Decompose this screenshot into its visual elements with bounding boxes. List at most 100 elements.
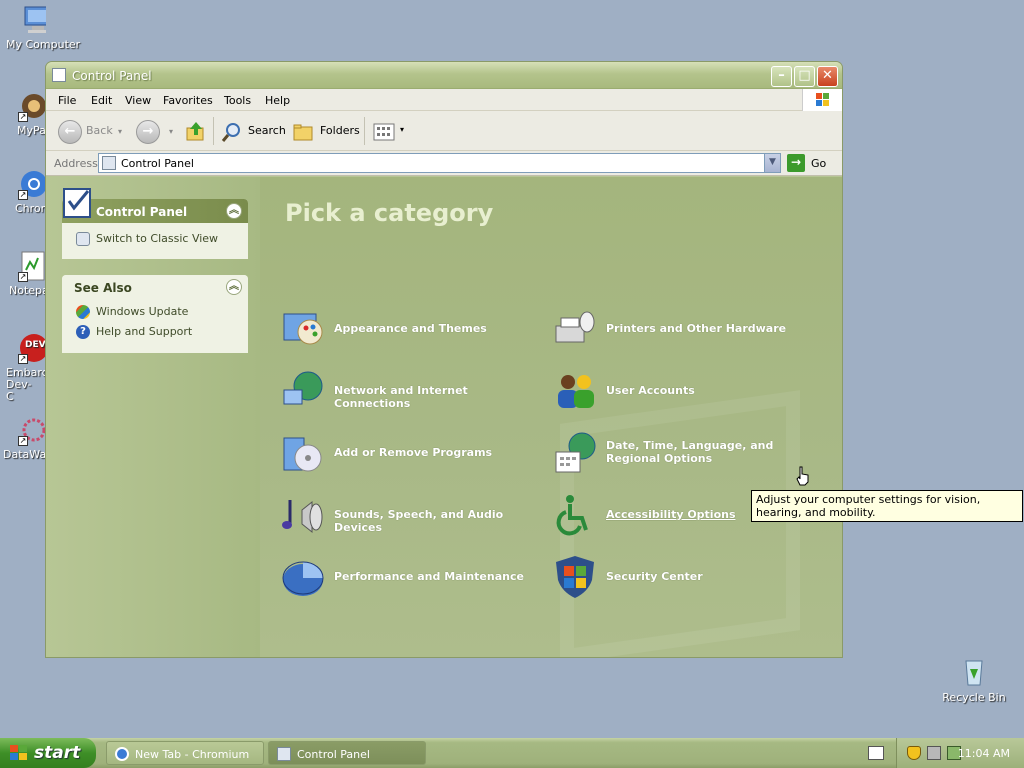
network-icon[interactable] bbox=[927, 746, 941, 760]
my-computer-icon bbox=[22, 4, 46, 36]
category-label: Security Center bbox=[606, 570, 703, 583]
desktop-icon-label: My Computer bbox=[6, 38, 81, 51]
folders-label: Folders bbox=[320, 124, 360, 137]
windows-update-link[interactable]: Windows Update bbox=[76, 305, 188, 319]
desktop-icon-datawag[interactable]: ↗ DataWag bbox=[0, 414, 46, 461]
control-panel-title-icon bbox=[52, 68, 66, 82]
appearance-themes-icon bbox=[280, 306, 326, 352]
close-button[interactable]: ✕ bbox=[817, 66, 838, 87]
minimize-button[interactable]: – bbox=[771, 66, 792, 87]
collapse-chevron-icon[interactable]: ︽ bbox=[226, 203, 242, 219]
desktop-icon-label: MyPal bbox=[17, 124, 46, 137]
back-label: Back bbox=[86, 124, 113, 137]
taskbar: start New Tab - Chromium Control Panel 1… bbox=[0, 738, 1024, 768]
category-label: Sounds, Speech, and Audio Devices bbox=[334, 508, 504, 534]
start-button[interactable]: start bbox=[0, 738, 96, 768]
link-label: Switch to Classic View bbox=[96, 232, 219, 245]
sounds-audio-icon bbox=[280, 492, 326, 538]
views-icon bbox=[373, 122, 395, 142]
chromium-icon: ↗ bbox=[18, 168, 46, 200]
chromium-task-icon bbox=[115, 747, 129, 761]
accessibility-icon bbox=[552, 492, 598, 538]
recycle-bin-icon bbox=[958, 655, 990, 687]
section-title: See Also bbox=[74, 281, 132, 295]
desktop-icon-embarcadero[interactable]: DEV ↗ Embarca Dev-C bbox=[0, 332, 46, 403]
toolbar-separator bbox=[213, 117, 214, 145]
forward-arrow-icon[interactable]: → bbox=[136, 120, 160, 144]
folders-button[interactable]: Folders bbox=[292, 120, 360, 144]
category-label: Network and Internet Connections bbox=[334, 384, 468, 410]
add-remove-programs-icon bbox=[280, 430, 326, 476]
desktop-icon-notepad[interactable]: ↗ Notepa bbox=[0, 250, 46, 297]
link-label: Help and Support bbox=[96, 325, 193, 338]
notepad-icon: ↗ bbox=[18, 250, 46, 282]
classic-view-icon bbox=[76, 232, 90, 246]
address-dropdown-icon[interactable]: ▼ bbox=[764, 154, 780, 172]
toolbar-separator bbox=[364, 117, 365, 145]
menu-file[interactable]: File bbox=[58, 94, 76, 107]
task-label: New Tab - Chromium bbox=[135, 748, 250, 761]
windows-flag-icon bbox=[10, 745, 28, 761]
menu-help[interactable]: Help bbox=[265, 94, 290, 107]
title-bar[interactable]: Control Panel – □ ✕ bbox=[46, 62, 842, 89]
section-title: Control Panel bbox=[96, 205, 188, 219]
task-label: Control Panel bbox=[297, 748, 370, 761]
category-label: User Accounts bbox=[606, 384, 695, 397]
desktop-icon-label: Recycle Bin bbox=[942, 691, 1006, 704]
page-title: Pick a category bbox=[285, 199, 494, 227]
clock[interactable]: 11:04 AM bbox=[958, 747, 1010, 760]
desktop-icon-my-computer[interactable] bbox=[0, 4, 46, 39]
menu-tools[interactable]: Tools bbox=[224, 94, 251, 107]
go-arrow-icon: → bbox=[787, 154, 805, 172]
svg-text:DEV: DEV bbox=[25, 340, 46, 350]
desktop-icon-mypal[interactable]: ↗ MyPal bbox=[0, 90, 46, 137]
go-label: Go bbox=[811, 157, 827, 170]
control-panel-window: Control Panel – □ ✕ File Edit View Favor… bbox=[45, 61, 843, 658]
back-button[interactable]: ← Back bbox=[58, 120, 123, 144]
security-shield-icon[interactable] bbox=[907, 746, 921, 760]
toolbar: ← Back ▾ → ▾ Search Folders ▾ bbox=[46, 111, 842, 151]
menu-favorites[interactable]: Favorites bbox=[163, 94, 213, 107]
desktop-icon-recycle-bin[interactable]: Recycle Bin bbox=[942, 655, 1006, 704]
help-support-link[interactable]: ? Help and Support bbox=[76, 325, 192, 339]
windows-update-icon bbox=[76, 305, 90, 319]
desktop-icon-label: Chrom bbox=[15, 202, 46, 215]
collapse-chevron-icon[interactable]: ︽ bbox=[226, 279, 242, 295]
search-button[interactable]: Search bbox=[221, 120, 286, 144]
address-input[interactable]: Control Panel ▼ bbox=[98, 153, 781, 173]
desktop-icons-column: ↗ MyPal ↗ Chrom ↗ Notepa DEV ↗ Embarca D… bbox=[0, 0, 46, 768]
category-label: Printers and Other Hardware bbox=[606, 322, 787, 335]
windows-logo-icon bbox=[802, 89, 842, 111]
forward-dropdown-icon[interactable]: ▾ bbox=[169, 127, 173, 136]
maximize-button[interactable]: □ bbox=[794, 66, 815, 87]
link-label: Windows Update bbox=[96, 305, 189, 318]
menu-view[interactable]: View bbox=[125, 94, 151, 107]
system-tray: 11:04 AM bbox=[896, 738, 1024, 768]
category-label: Appearance and Themes bbox=[334, 322, 487, 335]
desktop-icon-chromium[interactable]: ↗ Chrom bbox=[0, 168, 46, 215]
category-label: Date, Time, Language, and Regional Optio… bbox=[606, 439, 774, 465]
datawag-icon: ↗ bbox=[18, 414, 46, 446]
task-chromium[interactable]: New Tab - Chromium bbox=[106, 741, 264, 765]
see-also-section-header[interactable]: See Also ︽ bbox=[62, 275, 248, 299]
category-pane: Pick a category Appearance and Themes Pr… bbox=[260, 177, 842, 657]
views-dropdown-icon: ▾ bbox=[400, 125, 405, 134]
desktop-icon-label: Embarca Dev-C bbox=[6, 366, 46, 403]
desktop-icon-label: Notepa bbox=[9, 284, 46, 297]
category-label: Add or Remove Programs bbox=[334, 446, 493, 459]
category-label: Performance and Maintenance bbox=[334, 570, 524, 583]
menu-bar: File Edit View Favorites Tools Help bbox=[46, 89, 842, 111]
keyboard-icon[interactable] bbox=[868, 746, 884, 760]
views-button[interactable]: ▾ bbox=[373, 122, 409, 142]
back-dropdown-icon[interactable]: ▾ bbox=[118, 127, 122, 136]
menu-edit[interactable]: Edit bbox=[91, 94, 112, 107]
switch-classic-view-link[interactable]: Switch to Classic View bbox=[76, 232, 218, 246]
task-control-panel[interactable]: Control Panel bbox=[268, 741, 426, 765]
accessibility-tooltip: Adjust your computer settings for vision… bbox=[751, 490, 1023, 522]
date-time-language-icon bbox=[552, 430, 598, 476]
go-button[interactable]: → Go bbox=[787, 154, 837, 172]
address-bar: Address Control Panel ▼ → Go bbox=[46, 151, 842, 176]
address-label: Address bbox=[54, 157, 98, 170]
up-folder-icon[interactable] bbox=[185, 120, 207, 142]
search-label: Search bbox=[248, 124, 286, 137]
